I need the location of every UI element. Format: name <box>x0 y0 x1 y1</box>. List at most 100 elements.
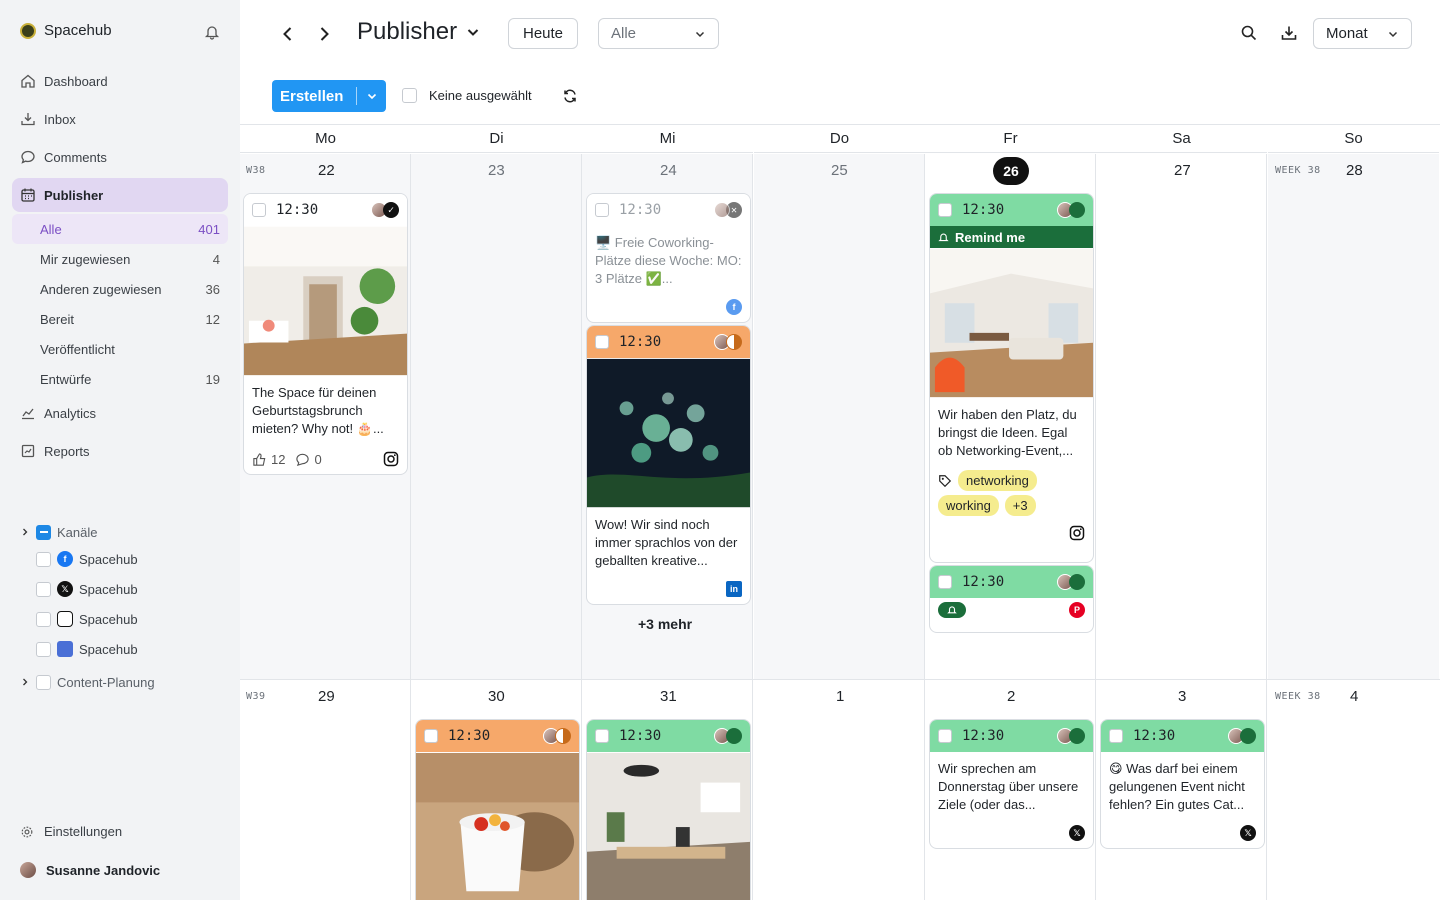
select-all[interactable]: Keine ausgewählt <box>402 88 532 103</box>
remind-me-banner[interactable]: Remind me <box>930 226 1093 248</box>
filter-ready[interactable]: Bereit 12 <box>12 304 228 334</box>
date-number[interactable]: 4 <box>1350 688 1358 705</box>
post-footer: 12 0 <box>244 446 407 472</box>
workspace-switcher[interactable]: Spacehub <box>20 22 112 39</box>
filter-published[interactable]: Veröffentlicht <box>12 334 228 364</box>
filter-assigned-to-others[interactable]: Anderen zugewiesen 36 <box>12 274 228 304</box>
post-assignees <box>714 728 742 744</box>
post-time: 12:30 <box>448 728 491 744</box>
date-number[interactable]: 27 <box>1174 162 1191 179</box>
comments: 0 <box>295 452 322 467</box>
nav-publisher[interactable]: Publisher <box>12 178 228 212</box>
channel-checkbox[interactable] <box>36 641 51 657</box>
post-card[interactable]: 12:30 ✕ 🖥️ Freie Coworking-Plätze diese … <box>586 193 751 323</box>
post-card[interactable]: 12:30 <box>586 719 751 900</box>
channel-checkbox[interactable] <box>36 551 51 567</box>
channel-checkbox[interactable] <box>36 611 51 627</box>
nav-publisher-label: Publisher <box>44 187 104 203</box>
more-tags[interactable]: +3 <box>1004 495 1036 516</box>
filter-all[interactable]: Alle 401 <box>12 214 228 244</box>
date-number[interactable]: 29 <box>318 688 335 705</box>
post-card[interactable]: 12:30 P <box>929 565 1094 633</box>
channel-checkbox[interactable] <box>36 581 51 597</box>
post-text: 😋 Was darf bei einem gelungenen Event ni… <box>1109 761 1245 812</box>
date-number[interactable]: 30 <box>488 688 505 705</box>
select-all-checkbox[interactable] <box>402 88 417 103</box>
post-checkbox[interactable] <box>1109 729 1123 743</box>
weekday-header: Mo <box>240 125 411 153</box>
date-number[interactable]: 25 <box>831 162 848 179</box>
channels-checkbox[interactable] <box>36 524 51 540</box>
content-planning-checkbox[interactable] <box>36 674 51 690</box>
filter-select[interactable]: Alle <box>598 18 719 49</box>
check-icon: ✓ <box>383 202 399 218</box>
publisher-filters: Alle 401 Mir zugewiesen 4 Anderen zugewies… <box>12 214 228 394</box>
report-icon <box>21 444 35 458</box>
today-date-badge[interactable]: 26 <box>993 157 1029 185</box>
today-button[interactable]: Heute <box>508 18 579 49</box>
filter-drafts[interactable]: Entwürfe 19 <box>12 364 228 394</box>
view-title-dropdown[interactable]: Publisher <box>357 18 481 46</box>
post-card[interactable]: 12:30 ✓ The Space für deinen Geburtstags… <box>243 193 408 475</box>
chevron-down-icon <box>467 29 479 36</box>
date-number[interactable]: 3 <box>1178 688 1186 705</box>
search-icon[interactable] <box>1240 24 1258 42</box>
instagram-icon <box>1069 525 1085 541</box>
post-checkbox[interactable] <box>424 729 438 743</box>
chevron-right-icon[interactable] <box>314 24 334 44</box>
nav-analytics[interactable]: Analytics <box>12 396 228 430</box>
date-number[interactable]: 2 <box>1007 688 1015 705</box>
nav-dashboard[interactable]: Dashboard <box>12 64 228 98</box>
create-dropdown-toggle[interactable] <box>357 90 386 102</box>
post-checkbox[interactable] <box>595 335 609 349</box>
post-checkbox[interactable] <box>252 203 266 217</box>
nav-comments[interactable]: Comments <box>12 140 228 174</box>
post-checkbox[interactable] <box>595 729 609 743</box>
main-nav: Dashboard Inbox Comments Publisher <box>12 64 228 216</box>
post-checkbox[interactable] <box>595 203 609 217</box>
date-number[interactable]: 22 <box>318 162 335 179</box>
post-checkbox[interactable] <box>938 575 952 589</box>
nav-reports[interactable]: Reports <box>12 434 228 468</box>
channel-instagram[interactable]: Spacehub <box>20 604 230 634</box>
channels-header[interactable]: Kanäle <box>20 520 230 544</box>
post-card[interactable]: 12:30 <box>415 719 580 900</box>
date-number[interactable]: 1 <box>836 688 844 705</box>
user-profile[interactable]: Susanne Jandovic <box>20 862 160 878</box>
view-select[interactable]: Monat <box>1313 18 1412 49</box>
create-button[interactable]: Erstellen <box>272 80 386 112</box>
post-stats: 12 0 <box>252 452 322 467</box>
nav-settings[interactable]: Einstellungen <box>20 824 122 839</box>
filter-assigned-to-me[interactable]: Mir zugewiesen 4 <box>12 244 228 274</box>
date-number[interactable]: 23 <box>488 162 505 179</box>
download-icon[interactable] <box>1280 24 1298 42</box>
tag[interactable]: working <box>938 495 999 516</box>
post-card[interactable]: 12:30 Wir sprechen am Donnerstag über un… <box>929 719 1094 849</box>
post-checkbox[interactable] <box>938 203 952 217</box>
content-planning-header[interactable]: Content-Planung <box>20 670 230 694</box>
date-number[interactable]: 24 <box>660 162 677 179</box>
chevron-left-icon[interactable] <box>278 24 298 44</box>
channel-google-business[interactable]: Spacehub <box>20 634 230 664</box>
post-assignees <box>1057 202 1085 218</box>
channel-facebook[interactable]: f Spacehub <box>20 544 230 574</box>
channel-x[interactable]: 𝕏 Spacehub <box>20 574 230 604</box>
post-image <box>587 358 750 508</box>
more-posts-link[interactable]: +3 mehr <box>638 616 692 632</box>
date-number[interactable]: 28 <box>1346 162 1363 179</box>
toolbar: Publisher Heute Alle Monat Erstellen Kei… <box>240 0 1440 124</box>
tag[interactable]: networking <box>958 470 1037 491</box>
refresh-icon[interactable] <box>562 88 578 104</box>
avatar <box>714 202 730 218</box>
channel-label: Spacehub <box>79 551 138 567</box>
post-checkbox[interactable] <box>938 729 952 743</box>
nav-inbox[interactable]: Inbox <box>12 102 228 136</box>
post-footer <box>930 518 1093 548</box>
reminder-badge[interactable] <box>938 602 966 618</box>
post-card[interactable]: 12:30 Remind me Wir haben den Platz, du … <box>929 193 1094 563</box>
date-number[interactable]: 31 <box>660 688 677 705</box>
post-tags: networking working +3 <box>930 468 1093 518</box>
post-card[interactable]: 12:30 Wow! Wir sind noch immer sprachlos… <box>586 325 751 605</box>
post-card[interactable]: 12:30 😋 Was darf bei einem gelungenen Ev… <box>1100 719 1265 849</box>
bell-icon[interactable] <box>204 24 220 40</box>
